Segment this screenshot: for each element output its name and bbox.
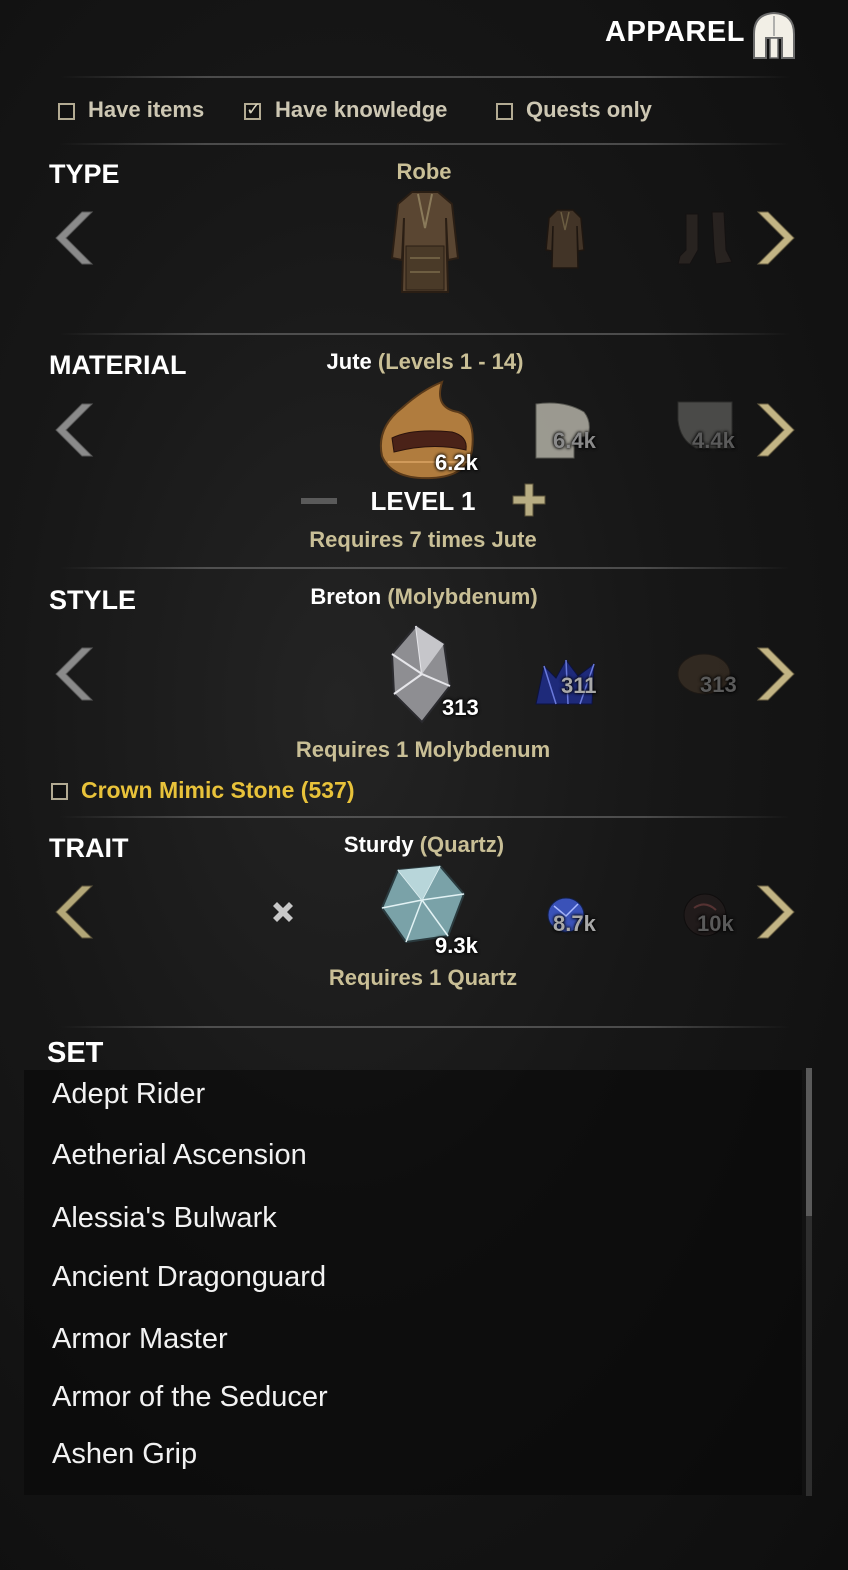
list-item[interactable]: Armor Master (52, 1323, 228, 1356)
style-prev-arrow[interactable] (52, 644, 96, 704)
set-heading: SET (47, 1037, 104, 1069)
list-item[interactable]: Adept Rider (52, 1078, 205, 1111)
trait-count-2: 8.7k (553, 911, 596, 936)
set-scrollbar[interactable] (806, 1068, 812, 1496)
crown-mimic-label[interactable]: Crown Mimic Stone (537) (81, 777, 354, 804)
set-list[interactable]: Adept Rider Aetherial Ascension Alessia'… (24, 1070, 802, 1495)
trait-requirement: Requires 1 Quartz (328, 965, 518, 990)
trait-count-1: 9.3k (435, 933, 478, 958)
material-selected-name: Jute (326, 349, 372, 374)
divider (60, 143, 790, 145)
level-plus-button[interactable] (511, 482, 547, 518)
have-knowledge-checkbox[interactable] (244, 99, 261, 120)
list-item[interactable]: Ashen Grip (52, 1438, 197, 1471)
material-selected: Jute (Levels 1 - 14) (270, 349, 580, 375)
robe-icon[interactable] (390, 188, 460, 294)
have-items-checkbox[interactable] (58, 103, 75, 120)
list-item[interactable]: Ancient Dragonguard (52, 1261, 326, 1294)
page-title: APPAREL (605, 16, 745, 48)
material-count-3: 4.4k (692, 428, 735, 453)
material-prev-arrow[interactable] (52, 400, 96, 460)
type-prev-arrow[interactable] (52, 208, 96, 268)
crown-mimic-checkbox[interactable] (51, 783, 68, 800)
type-next-arrow[interactable] (754, 208, 798, 268)
level-label: LEVEL 1 (370, 486, 476, 516)
material-next-arrow[interactable] (754, 400, 798, 460)
material-requirement: Requires 7 times Jute (309, 527, 537, 552)
divider (60, 567, 790, 569)
divider (60, 76, 790, 78)
style-selected: Breton (Molybdenum) (263, 584, 585, 610)
level-minus-button[interactable] (300, 494, 338, 508)
style-count-2: 311 (561, 673, 597, 698)
trait-count-3: 10k (697, 911, 734, 936)
helmet-icon (748, 8, 800, 62)
quests-only-label[interactable]: Quests only (526, 97, 652, 123)
material-heading: MATERIAL (49, 350, 187, 380)
style-count-3: 313 (700, 672, 737, 697)
list-item[interactable]: Alessia's Bulwark (52, 1202, 277, 1235)
have-knowledge-label[interactable]: Have knowledge (275, 97, 447, 123)
jerkin-icon[interactable] (545, 208, 585, 270)
shoes-icon[interactable] (676, 210, 736, 266)
material-selected-detail: (Levels 1 - 14) (377, 349, 524, 374)
style-selected-detail: (Molybdenum) (387, 584, 538, 609)
trait-heading: TRAIT (49, 833, 129, 863)
divider (60, 333, 790, 335)
trait-selected-name: Sturdy (343, 832, 414, 857)
list-item[interactable]: Aetherial Ascension (52, 1139, 307, 1172)
quartz-icon[interactable] (378, 864, 468, 944)
list-item[interactable]: Armor of the Seducer (52, 1381, 328, 1414)
style-requirement: Requires 1 Molybdenum (295, 737, 551, 762)
material-count-1: 6.2k (435, 450, 478, 475)
clear-trait-icon[interactable] (269, 898, 297, 926)
scroll-thumb[interactable] (806, 1068, 812, 1216)
trait-selected: Sturdy (Quartz) (304, 832, 544, 858)
style-selected-name: Breton (310, 584, 382, 609)
type-heading: TYPE (49, 159, 120, 189)
quests-only-checkbox[interactable] (496, 103, 513, 120)
trait-prev-arrow[interactable] (52, 882, 96, 942)
divider (60, 1026, 790, 1028)
trait-next-arrow[interactable] (754, 882, 798, 942)
material-count-2: 6.4k (553, 428, 596, 453)
divider (60, 816, 790, 818)
style-heading: STYLE (49, 585, 137, 615)
have-items-label[interactable]: Have items (88, 97, 204, 123)
style-count-1: 313 (442, 695, 479, 720)
style-next-arrow[interactable] (754, 644, 798, 704)
type-selected-name: Robe (396, 159, 452, 184)
trait-selected-detail: (Quartz) (419, 832, 505, 857)
